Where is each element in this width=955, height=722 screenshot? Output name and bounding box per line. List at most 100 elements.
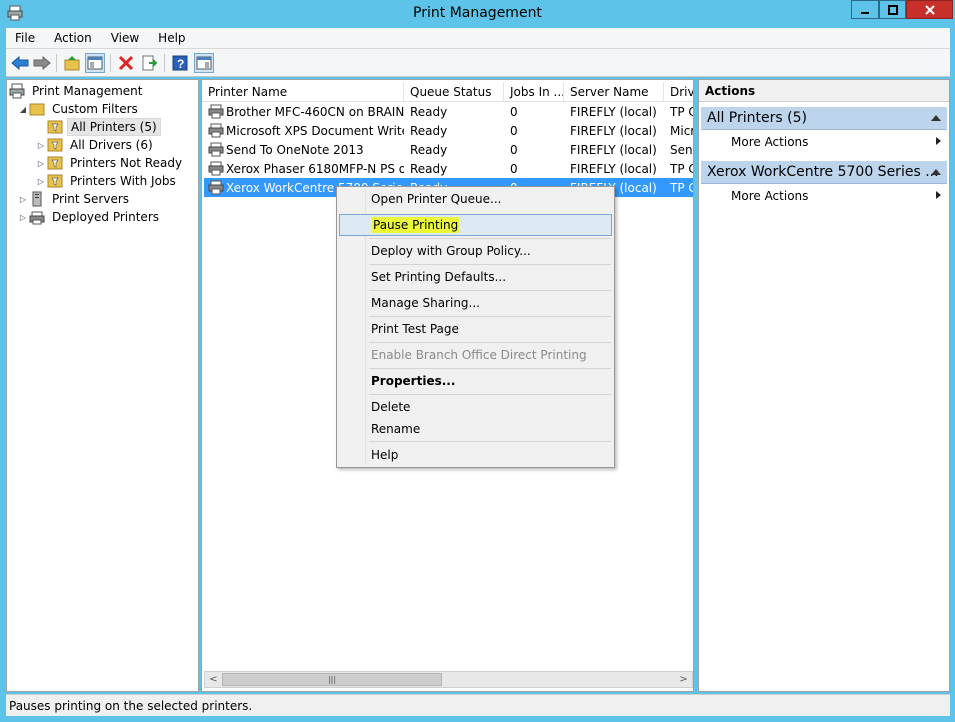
maximize-button[interactable]	[879, 0, 906, 19]
context-menu: Open Printer Queue... Pause Printing Dep…	[336, 186, 615, 468]
printer-icon	[208, 161, 224, 176]
menu-deploy-group-policy[interactable]: Deploy with Group Policy...	[339, 240, 612, 262]
menu-manage-sharing[interactable]: Manage Sharing...	[339, 292, 612, 314]
tree-node-printers-not-ready[interactable]: ▷ Printers Not Ready	[35, 154, 185, 172]
tree-node-custom-filters[interactable]: ◢ Custom Filters	[17, 100, 141, 118]
status-bar: Pauses printing on the selected printers…	[6, 694, 950, 716]
action-pane-icon	[196, 56, 212, 70]
queue-status-cell: Ready	[410, 123, 448, 138]
table-row[interactable]: Xerox Phaser 6180MFP-N PS on... Ready 0 …	[204, 159, 693, 178]
menu-pause-printing-label: Pause Printing	[372, 217, 460, 233]
delete-button[interactable]	[116, 53, 136, 73]
printer-name-cell: Microsoft XPS Document Writer	[226, 123, 404, 138]
printer-icon	[208, 142, 224, 157]
delete-x-icon	[118, 55, 134, 71]
console-tree-icon	[87, 56, 103, 70]
scroll-left-arrow-icon[interactable]: <	[205, 672, 222, 687]
actions-group-xerox-workcentre[interactable]: Xerox WorkCentre 5700 Series ...	[701, 161, 947, 184]
more-actions-xerox-workcentre[interactable]: More Actions	[731, 186, 947, 205]
menu-view[interactable]: View	[102, 31, 149, 45]
column-header-row: Printer Name Queue Status Jobs In ... Se…	[202, 82, 693, 102]
actions-group-title: All Printers (5)	[707, 110, 807, 126]
expand-arrow-icon[interactable]: ▷	[35, 159, 47, 168]
print-management-icon	[9, 83, 25, 99]
column-printer-name[interactable]: Printer Name	[202, 82, 404, 102]
column-server-name[interactable]: Server Name	[564, 82, 664, 102]
driver-cell: Micr	[670, 123, 693, 138]
printer-name-cell: Xerox Phaser 6180MFP-N PS on...	[226, 161, 404, 176]
tree-node-printers-with-jobs[interactable]: ▷ Printers With Jobs	[35, 172, 179, 190]
collapse-caret-icon[interactable]	[931, 169, 941, 175]
expand-arrow-icon[interactable]: ▷	[17, 195, 29, 204]
menu-open-printer-queue[interactable]: Open Printer Queue...	[339, 188, 612, 210]
menu-help-item[interactable]: Help	[339, 444, 612, 466]
menu-file[interactable]: File	[6, 31, 45, 45]
help-icon: ?	[172, 55, 188, 71]
actions-group-all-printers[interactable]: All Printers (5)	[701, 107, 947, 130]
table-row[interactable]: Send To OneNote 2013 Ready 0 FIREFLY (lo…	[204, 140, 693, 159]
tree-node-deployed-printers[interactable]: ▷ Deployed Printers	[17, 208, 162, 226]
tree-node-all-printers[interactable]: All Printers (5)	[35, 118, 161, 136]
up-one-level-button[interactable]	[62, 53, 82, 73]
menu-pause-printing[interactable]: Pause Printing	[339, 214, 612, 236]
actions-group-title: Xerox WorkCentre 5700 Series ...	[707, 164, 939, 180]
actions-pane: Actions All Printers (5) More Actions Xe…	[698, 79, 950, 692]
export-list-button[interactable]	[139, 53, 159, 73]
expand-arrow-icon[interactable]: ▷	[35, 141, 47, 150]
menu-rename[interactable]: Rename	[339, 418, 612, 440]
column-driver-name[interactable]: Drive	[664, 82, 693, 102]
close-button[interactable]	[906, 0, 953, 19]
filter-icon	[47, 137, 63, 153]
help-button[interactable]: ?	[170, 53, 190, 73]
more-actions-all-printers[interactable]: More Actions	[731, 132, 947, 151]
column-queue-status[interactable]: Queue Status	[404, 82, 504, 102]
queue-status-cell: Ready	[410, 104, 448, 119]
menu-print-test-page[interactable]: Print Test Page	[339, 318, 612, 340]
status-text: Pauses printing on the selected printers…	[9, 698, 253, 713]
server-name-cell: FIREFLY (local)	[570, 161, 657, 176]
scrollbar-thumb[interactable]: |||	[222, 673, 442, 686]
server-name-cell: FIREFLY (local)	[570, 123, 657, 138]
actions-header: Actions	[699, 80, 949, 102]
server-name-cell: FIREFLY (local)	[570, 104, 657, 119]
back-button[interactable]	[10, 53, 30, 73]
menu-action[interactable]: Action	[45, 31, 102, 45]
expand-arrow-icon[interactable]: ▷	[17, 213, 29, 222]
tree-node-print-servers[interactable]: ▷ Print Servers	[17, 190, 132, 208]
column-jobs-in-queue[interactable]: Jobs In ...	[504, 82, 564, 102]
menu-properties[interactable]: Properties...	[339, 370, 612, 392]
tree-node-all-drivers[interactable]: ▷ All Drivers (6)	[35, 136, 156, 154]
submenu-arrow-icon	[936, 137, 941, 145]
collapse-caret-icon[interactable]	[931, 115, 941, 121]
filter-folder-icon	[29, 101, 45, 117]
collapse-arrow-icon[interactable]: ◢	[17, 105, 29, 114]
scroll-right-arrow-icon[interactable]: >	[675, 672, 692, 687]
server-icon	[29, 191, 45, 207]
show-hide-console-tree-button[interactable]	[85, 53, 105, 73]
export-list-icon	[142, 55, 157, 71]
menu-bar: File Action View Help	[6, 28, 950, 49]
horizontal-scrollbar[interactable]: < ||| >	[204, 671, 693, 688]
submenu-arrow-icon	[936, 191, 941, 199]
printer-icon	[208, 123, 224, 138]
maximize-icon	[887, 4, 898, 15]
table-row[interactable]: Microsoft XPS Document Writer Ready 0 FI…	[204, 121, 693, 140]
menu-enable-branch-office-direct-printing: Enable Branch Office Direct Printing	[371, 348, 587, 362]
minimize-button[interactable]	[851, 0, 879, 19]
menu-set-printing-defaults[interactable]: Set Printing Defaults...	[339, 266, 612, 288]
table-row[interactable]: Brother MFC-460CN on BRAIN-... Ready 0 F…	[204, 102, 693, 121]
queue-status-cell: Ready	[410, 142, 448, 157]
menu-delete[interactable]: Delete	[339, 396, 612, 418]
jobs-cell: 0	[510, 123, 518, 138]
expand-arrow-icon[interactable]: ▷	[35, 177, 47, 186]
tree-node-print-management[interactable]: Print Management	[9, 82, 145, 100]
forward-button[interactable]	[32, 53, 52, 73]
server-name-cell: FIREFLY (local)	[570, 142, 657, 157]
menu-help[interactable]: Help	[149, 31, 195, 45]
close-icon	[924, 4, 935, 15]
toolbar: ?	[6, 49, 950, 77]
filter-icon	[47, 119, 63, 135]
show-hide-action-pane-button[interactable]	[194, 53, 214, 73]
jobs-cell: 0	[510, 161, 518, 176]
minimize-icon	[861, 11, 869, 14]
